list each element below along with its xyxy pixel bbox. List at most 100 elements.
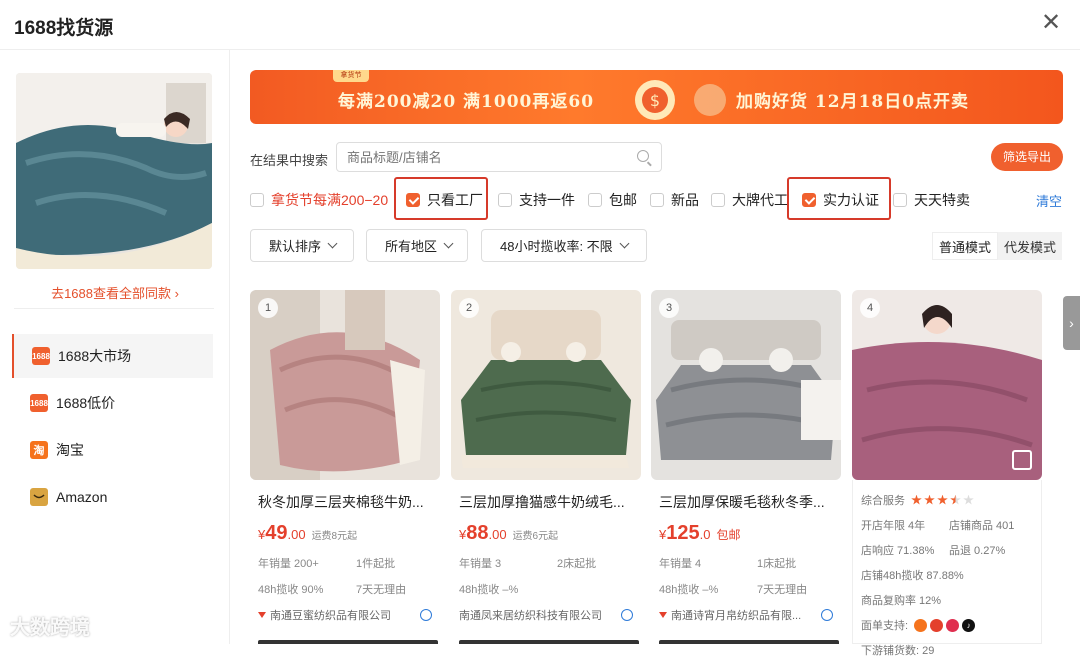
filter-single-item[interactable]: 支持一件 — [498, 187, 575, 213]
chevron-down-icon — [619, 238, 630, 249]
shop-refund: 品退 0.27% — [949, 545, 1006, 557]
checkbox[interactable] — [650, 193, 664, 207]
product-name[interactable]: 秋冬加厚三层夹棉毯牛奶... — [250, 492, 440, 512]
pickup-rate-dropdown[interactable]: 48小时揽收率: 不限 — [481, 229, 647, 262]
checkbox[interactable] — [893, 193, 907, 207]
filter-brand-oem[interactable]: 大牌代工 — [711, 187, 788, 213]
checkbox[interactable] — [498, 193, 512, 207]
next-row-image — [258, 640, 438, 644]
product-price: ¥88.00 运费6元起 — [451, 522, 641, 545]
promo-banner[interactable]: 拿货节 每满200减20 满1000再返60 $ 加购好货 12月18日0点开卖 — [250, 70, 1063, 124]
page-title: 1688找货源 — [14, 18, 114, 39]
product-name[interactable]: 三层加厚保暖毛毯秋冬季... — [651, 492, 841, 512]
shop-badge-icon — [659, 612, 667, 618]
see-all-link[interactable]: 去1688查看全部同款 › — [0, 283, 230, 302]
price-dec: .0 — [699, 527, 711, 542]
sort-dropdown[interactable]: 默认排序 — [250, 229, 354, 262]
mode-dropship[interactable]: 代发模式 — [998, 232, 1062, 260]
product-name[interactable]: 三层加厚撸猫感牛奶绒毛... — [451, 492, 641, 512]
shop-name[interactable]: 南通凤来居纺织科技有限公司 — [459, 607, 602, 623]
chevron-down-icon — [327, 238, 338, 249]
source-1688-market[interactable]: 1688 1688大市场 — [12, 334, 213, 378]
product-card[interactable]: 1 秋冬加厚三层夹棉毯牛奶... ¥49.00 运费8元起 年销量 200+ 1件起… — [250, 290, 440, 623]
shop-products: 店铺商品 401 — [949, 520, 1015, 532]
filter-new[interactable]: 新品 — [650, 187, 699, 213]
min-order: 1件起批 — [356, 558, 396, 570]
next-row-image — [659, 640, 839, 644]
product-image[interactable]: 3 — [651, 290, 841, 480]
free-shipping: 包邮 — [716, 528, 741, 542]
search-icon[interactable] — [637, 150, 649, 162]
taobao-icon: 淘 — [30, 441, 48, 459]
shop-row[interactable]: 南通诗宵月帛纺织品有限... — [651, 607, 841, 623]
product-image[interactable]: 4 — [852, 290, 1042, 480]
shop-row[interactable]: 南通豆蜜纺织品有限公司 — [250, 607, 440, 623]
product-price: ¥49.00 运费8元起 — [250, 522, 440, 545]
search-field[interactable] — [336, 142, 662, 172]
search-label: 在结果中搜索 — [250, 153, 329, 168]
kuaishou-icon — [946, 618, 960, 632]
product-price: ¥125.0 包邮 — [651, 522, 841, 545]
source-amazon[interactable]: Amazon — [12, 475, 213, 519]
checkbox[interactable] — [711, 193, 725, 207]
shop-name[interactable]: 南通豆蜜纺织品有限公司 — [270, 607, 391, 623]
filter-label: 支持一件 — [519, 192, 575, 208]
product-card[interactable]: 2 三层加厚撸猫感牛奶绒毛... ¥88.00 运费6元起 年销量 3 2床起批 4… — [451, 290, 641, 623]
pdd-icon — [930, 618, 944, 632]
currency: ¥ — [258, 527, 266, 542]
source-label: 1688大市场 — [58, 348, 132, 364]
annual-sales: 年销量 200+ — [258, 558, 319, 570]
top-bar: 1688找货源 ✕ — [0, 0, 1080, 50]
shop-response: 店响应 71.38% — [861, 545, 935, 557]
chat-icon[interactable] — [621, 609, 633, 621]
export-button[interactable]: 筛选导出 — [991, 143, 1063, 171]
checkbox[interactable] — [250, 193, 264, 207]
price-dec: .00 — [488, 527, 507, 542]
source-label: 1688低价 — [56, 395, 116, 411]
pickup-rate: 48h揽收 –% — [459, 584, 519, 596]
product-image[interactable]: 1 — [250, 290, 440, 480]
filter-daily-sale[interactable]: 天天特卖 — [893, 187, 970, 213]
close-icon[interactable]: ✕ — [1040, 11, 1062, 35]
search-input[interactable] — [337, 143, 617, 171]
left-panel: 去1688查看全部同款 › 1688 1688大市场 1688 1688低价 淘… — [0, 50, 230, 644]
highlight-box — [394, 177, 488, 220]
filter-free-shipping[interactable]: 包邮 — [588, 187, 637, 213]
min-order: 1床起批 — [757, 558, 797, 570]
source-1688-low-price[interactable]: 1688 1688低价 — [12, 381, 213, 425]
chat-icon[interactable] — [420, 609, 432, 621]
product-meta: 年销量 200+ 1件起批 — [250, 555, 440, 571]
rank-badge: 1 — [258, 298, 278, 318]
shop-name[interactable]: 南通诗宵月帛纺织品有限... — [671, 607, 801, 623]
lantern-icon: $ — [635, 80, 726, 120]
rank-badge: 4 — [860, 298, 880, 318]
filter-promo[interactable]: 拿货节每满200−20 — [250, 187, 388, 213]
chevron-down-icon — [443, 238, 454, 249]
product-card[interactable]: 4 — [852, 290, 1042, 480]
filter-label: 大牌代工 — [732, 192, 788, 208]
product-card[interactable]: 3 三层加厚保暖毛毯秋冬季... ¥125.0 包邮 年销量 4 1床起批 48h揽… — [651, 290, 841, 623]
shop-row[interactable]: 南通凤来居纺织科技有限公司 — [451, 607, 641, 623]
checkbox[interactable] — [588, 193, 602, 207]
price-int: 49 — [265, 522, 288, 544]
downstream-count: 下游铺货数: 29 — [861, 645, 935, 657]
product-meta: 年销量 3 2床起批 — [451, 555, 641, 571]
mode-normal[interactable]: 普通模式 — [932, 232, 998, 260]
product-image[interactable]: 2 — [451, 290, 641, 480]
region-dropdown[interactable]: 所有地区 — [366, 229, 468, 262]
filter-label: 拿货节每满200−20 — [271, 192, 389, 208]
svg-text:$: $ — [650, 91, 660, 110]
banner-promo-text: 每满200减20 满1000再返60 — [338, 92, 595, 112]
banner-tag: 拿货节 — [333, 70, 369, 82]
scroll-right-arrow[interactable]: › — [1063, 296, 1080, 350]
product-meta: 48h揽收 90% 7天无理由 — [250, 581, 440, 597]
source-taobao[interactable]: 淘 淘宝 — [12, 428, 213, 472]
chat-icon[interactable] — [821, 609, 833, 621]
dropdown-label: 所有地区 — [385, 239, 438, 254]
expand-icon[interactable] — [1012, 450, 1032, 470]
clear-link[interactable]: 清空 — [1036, 191, 1062, 210]
min-order: 2床起批 — [557, 558, 597, 570]
pickup-rate: 48h揽收 90% — [258, 584, 324, 596]
dropdown-label: 默认排序 — [269, 239, 322, 254]
shipping-fee: 运费8元起 — [311, 531, 358, 542]
